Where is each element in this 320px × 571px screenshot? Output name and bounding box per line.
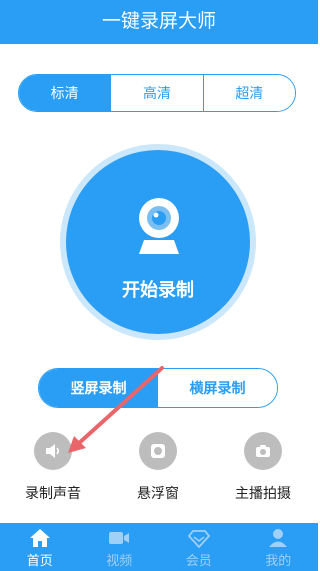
quality-selector: 标清 高清 超清: [18, 74, 296, 112]
tab-portrait-record[interactable]: 竖屏录制: [39, 369, 158, 407]
video-icon: [109, 532, 130, 544]
nav-membership[interactable]: 会员: [159, 523, 239, 571]
camera-icon: [244, 432, 282, 470]
tab-quality-hd[interactable]: 高清: [110, 75, 203, 111]
tab-quality-fhd[interactable]: 超清: [202, 75, 295, 111]
app-title: 一键录屏大师: [101, 10, 216, 32]
anchor-camera-option[interactable]: 主播拍摄: [218, 432, 308, 503]
webcam-icon: [139, 198, 179, 254]
bottom-nav: 首页 视频 会员 我的: [0, 523, 318, 571]
nav-profile[interactable]: 我的: [239, 523, 319, 571]
anchor-camera-label: 主播拍摄: [235, 486, 291, 502]
speaker-icon: [34, 432, 72, 470]
nav-profile-label: 我的: [265, 554, 292, 569]
floating-window-option[interactable]: 悬浮窗: [113, 432, 203, 503]
record-audio-option[interactable]: 录制声音: [8, 432, 98, 503]
floating-window-icon: [139, 432, 177, 470]
nav-home[interactable]: 首页: [0, 523, 80, 571]
tab-quality-sd[interactable]: 标清: [19, 75, 111, 111]
nav-video-label: 视频: [106, 554, 133, 569]
nav-membership-label: 会员: [185, 554, 212, 569]
tab-landscape-record[interactable]: 横屏录制: [158, 369, 277, 407]
nav-home-label: 首页: [26, 554, 53, 569]
floating-window-label: 悬浮窗: [137, 486, 179, 502]
diamond-icon: [187, 530, 210, 548]
home-icon: [29, 529, 50, 547]
record-audio-label: 录制声音: [25, 486, 81, 502]
orientation-selector: 竖屏录制 横屏录制: [38, 368, 278, 408]
user-icon: [269, 529, 288, 547]
start-record-label: 开始录制: [122, 280, 194, 301]
nav-video[interactable]: 视频: [80, 523, 160, 571]
